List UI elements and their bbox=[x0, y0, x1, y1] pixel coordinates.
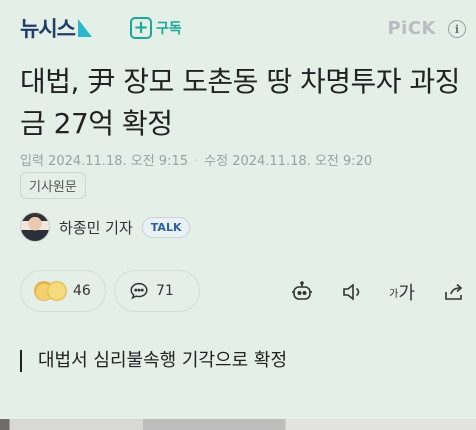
logo-text: 뉴시스 bbox=[20, 17, 76, 41]
reporter-avatar[interactable] bbox=[20, 212, 50, 242]
reaction-count: 46 bbox=[73, 283, 91, 299]
header: 뉴시스 + 구독 PiCK i bbox=[0, 0, 476, 56]
share-button[interactable] bbox=[440, 278, 468, 306]
smile-emoji-icon bbox=[47, 281, 67, 301]
audio-button[interactable] bbox=[338, 278, 366, 306]
article-dates: 입력 2024.11.18. 오전 9:15 · 수정 2024.11.18. 오전… bbox=[20, 150, 372, 169]
reporter-name[interactable]: 하종민 기자 bbox=[59, 217, 133, 238]
pick-label: PiCK bbox=[387, 18, 436, 39]
reaction-button[interactable]: 46 bbox=[20, 270, 106, 312]
comment-icon bbox=[130, 282, 148, 300]
logo-mark-icon bbox=[77, 19, 92, 37]
action-bar: 46 71 가가 bbox=[20, 270, 470, 312]
share-icon bbox=[445, 283, 463, 300]
subscribe-label: 구독 bbox=[156, 21, 182, 37]
robot-summary-button[interactable] bbox=[288, 278, 316, 306]
reporter-info: 하종민 기자 TALK bbox=[20, 212, 191, 242]
font-size-button[interactable]: 가가 bbox=[388, 278, 416, 306]
speaker-icon bbox=[343, 283, 360, 301]
font-small-icon: 가 bbox=[389, 288, 399, 300]
article-summary: 대법서 심리불속행 기각으로 확정 bbox=[20, 350, 287, 372]
article-photo bbox=[0, 419, 476, 430]
input-date: 입력 2024.11.18. 오전 9:15 bbox=[20, 154, 188, 169]
original-article-button[interactable]: 기사원문 bbox=[20, 172, 86, 199]
reaction-emoji-icon bbox=[34, 281, 67, 301]
article-title: 대법, 尹 장모 도촌동 땅 차명투자 과징금 27억 확정 bbox=[20, 65, 460, 140]
comment-count: 71 bbox=[156, 283, 174, 299]
info-icon[interactable]: i bbox=[448, 20, 466, 38]
talk-button[interactable]: TALK bbox=[141, 216, 191, 238]
plus-icon: + bbox=[130, 17, 152, 39]
comment-button[interactable]: 71 bbox=[114, 270, 200, 312]
newsis-logo[interactable]: 뉴시스 bbox=[20, 13, 92, 43]
font-large-icon: 가 bbox=[398, 283, 415, 304]
date-separator: · bbox=[194, 154, 199, 169]
subscribe-button[interactable]: + 구독 bbox=[130, 17, 182, 39]
modified-date: 수정 2024.11.18. 오전 9:20 bbox=[204, 154, 373, 169]
robot-icon bbox=[292, 281, 312, 300]
